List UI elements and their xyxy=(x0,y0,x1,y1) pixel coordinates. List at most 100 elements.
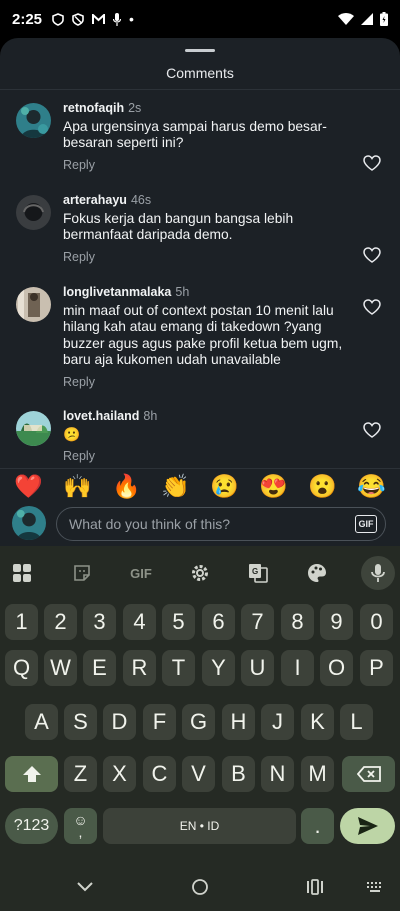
comment-input-placeholder: What do you think of this? xyxy=(69,516,231,532)
key-t[interactable]: T xyxy=(162,650,195,686)
translate-icon[interactable]: G xyxy=(244,559,272,587)
sheet-title: Comments xyxy=(166,65,234,81)
comment-compose: What do you think of this? GIF xyxy=(0,504,400,544)
key-s[interactable]: S xyxy=(64,704,97,740)
key-z[interactable]: Z xyxy=(64,756,97,792)
heart-icon[interactable] xyxy=(363,247,381,263)
key-x[interactable]: X xyxy=(103,756,136,792)
heart-icon[interactable] xyxy=(363,422,381,438)
key-q[interactable]: Q xyxy=(5,650,38,686)
key-6[interactable]: 6 xyxy=(202,604,235,640)
key-j[interactable]: J xyxy=(261,704,294,740)
avatar[interactable] xyxy=(16,411,51,446)
mic-icon[interactable] xyxy=(364,559,392,587)
comment-text: Fokus kerja dan bangun bangsa lebih berm… xyxy=(63,211,294,243)
key-5[interactable]: 5 xyxy=(162,604,195,640)
comment-username[interactable]: longlivetanmalaka xyxy=(63,285,171,299)
key-y[interactable]: Y xyxy=(202,650,235,686)
key-e[interactable]: E xyxy=(83,650,116,686)
backspace-icon xyxy=(356,766,381,782)
period-key[interactable]: . xyxy=(301,808,334,844)
space-bar[interactable]: EN • ID xyxy=(103,808,296,844)
send-key[interactable] xyxy=(340,808,395,844)
comment-time: 8h xyxy=(143,409,158,423)
key-9[interactable]: 9 xyxy=(320,604,353,640)
key-4[interactable]: 4 xyxy=(123,604,156,640)
key-8[interactable]: 8 xyxy=(281,604,314,640)
key-o[interactable]: O xyxy=(320,650,353,686)
signal-icon xyxy=(361,13,373,25)
drag-handle[interactable] xyxy=(185,49,215,52)
block-shield-icon xyxy=(72,12,84,26)
key-r[interactable]: R xyxy=(123,650,156,686)
nav-home-icon[interactable] xyxy=(189,876,211,898)
emoji-comma-key[interactable]: ☺ , xyxy=(64,808,97,844)
backspace-key[interactable] xyxy=(342,756,395,792)
emoji-surprised[interactable]: 😮 xyxy=(308,473,337,500)
key-1[interactable]: 1 xyxy=(5,604,38,640)
status-bar: 2:25 • xyxy=(0,0,400,38)
key-n[interactable]: N xyxy=(261,756,294,792)
emoji-raised-hands[interactable]: 🙌 xyxy=(63,473,92,500)
key-g[interactable]: G xyxy=(182,704,215,740)
shift-key[interactable] xyxy=(5,756,58,792)
avatar[interactable] xyxy=(16,103,51,138)
key-b[interactable]: B xyxy=(222,756,255,792)
key-l[interactable]: L xyxy=(340,704,373,740)
comment-username[interactable]: arterahayu xyxy=(63,193,127,207)
key-i[interactable]: I xyxy=(281,650,314,686)
emoji-fire[interactable]: 🔥 xyxy=(112,473,141,500)
key-w[interactable]: W xyxy=(44,650,77,686)
reply-button[interactable]: Reply xyxy=(63,158,363,172)
key-k[interactable]: K xyxy=(301,704,334,740)
avatar[interactable] xyxy=(16,195,51,230)
emoji-clap[interactable]: 👏 xyxy=(161,473,190,500)
heart-icon[interactable] xyxy=(363,299,381,315)
key-d[interactable]: D xyxy=(103,704,136,740)
keyboard-toolbar: GIF G xyxy=(0,556,400,590)
reply-button[interactable]: Reply xyxy=(63,250,363,264)
reply-button[interactable]: Reply xyxy=(63,375,363,389)
comment-input[interactable]: What do you think of this? GIF xyxy=(56,507,386,541)
key-7[interactable]: 7 xyxy=(241,604,274,640)
comment-text: min maaf out of context postan 10 menit … xyxy=(63,303,343,368)
reply-button[interactable]: Reply xyxy=(63,449,363,463)
settings-gear-icon[interactable] xyxy=(186,559,214,587)
nav-recents-icon[interactable] xyxy=(304,876,326,898)
emoji-heart-eyes[interactable]: 😍 xyxy=(259,473,288,500)
key-3[interactable]: 3 xyxy=(83,604,116,640)
emoji-crying[interactable]: 😢 xyxy=(210,473,239,500)
key-f[interactable]: F xyxy=(143,704,176,740)
comma-label: , xyxy=(78,824,83,840)
key-a[interactable]: A xyxy=(25,704,58,740)
battery-icon xyxy=(380,12,388,26)
keyboard-switch-icon[interactable] xyxy=(364,876,386,898)
key-u[interactable]: U xyxy=(241,650,274,686)
comment-time: 46s xyxy=(130,193,152,207)
sticker-icon[interactable] xyxy=(68,559,96,587)
comment-username[interactable]: retnofaqih xyxy=(63,101,124,115)
gif-button[interactable]: GIF xyxy=(355,515,377,533)
send-icon xyxy=(357,817,378,835)
heart-icon[interactable] xyxy=(363,155,381,171)
symbols-key[interactable]: ?123 xyxy=(5,808,58,844)
key-2[interactable]: 2 xyxy=(44,604,77,640)
key-h[interactable]: H xyxy=(222,704,255,740)
key-0[interactable]: 0 xyxy=(360,604,393,640)
my-avatar xyxy=(12,506,46,540)
key-p[interactable]: P xyxy=(360,650,393,686)
nav-back-chevron-icon[interactable] xyxy=(74,876,96,898)
emoji-laughing[interactable]: 😂 xyxy=(357,473,386,500)
gif-keyboard-button[interactable]: GIF xyxy=(127,559,155,587)
avatar[interactable] xyxy=(16,287,51,322)
palette-icon[interactable] xyxy=(303,559,331,587)
key-m[interactable]: M xyxy=(301,756,334,792)
apps-grid-icon[interactable] xyxy=(8,559,36,587)
notification-dot: • xyxy=(129,11,134,27)
key-v[interactable]: V xyxy=(182,756,215,792)
key-c[interactable]: C xyxy=(143,756,176,792)
emoji-heart[interactable]: ❤️ xyxy=(14,473,43,500)
comment-time: 2s xyxy=(128,101,142,115)
comment-username[interactable]: lovet.hailand xyxy=(63,409,139,423)
navigation-bar xyxy=(0,864,400,911)
